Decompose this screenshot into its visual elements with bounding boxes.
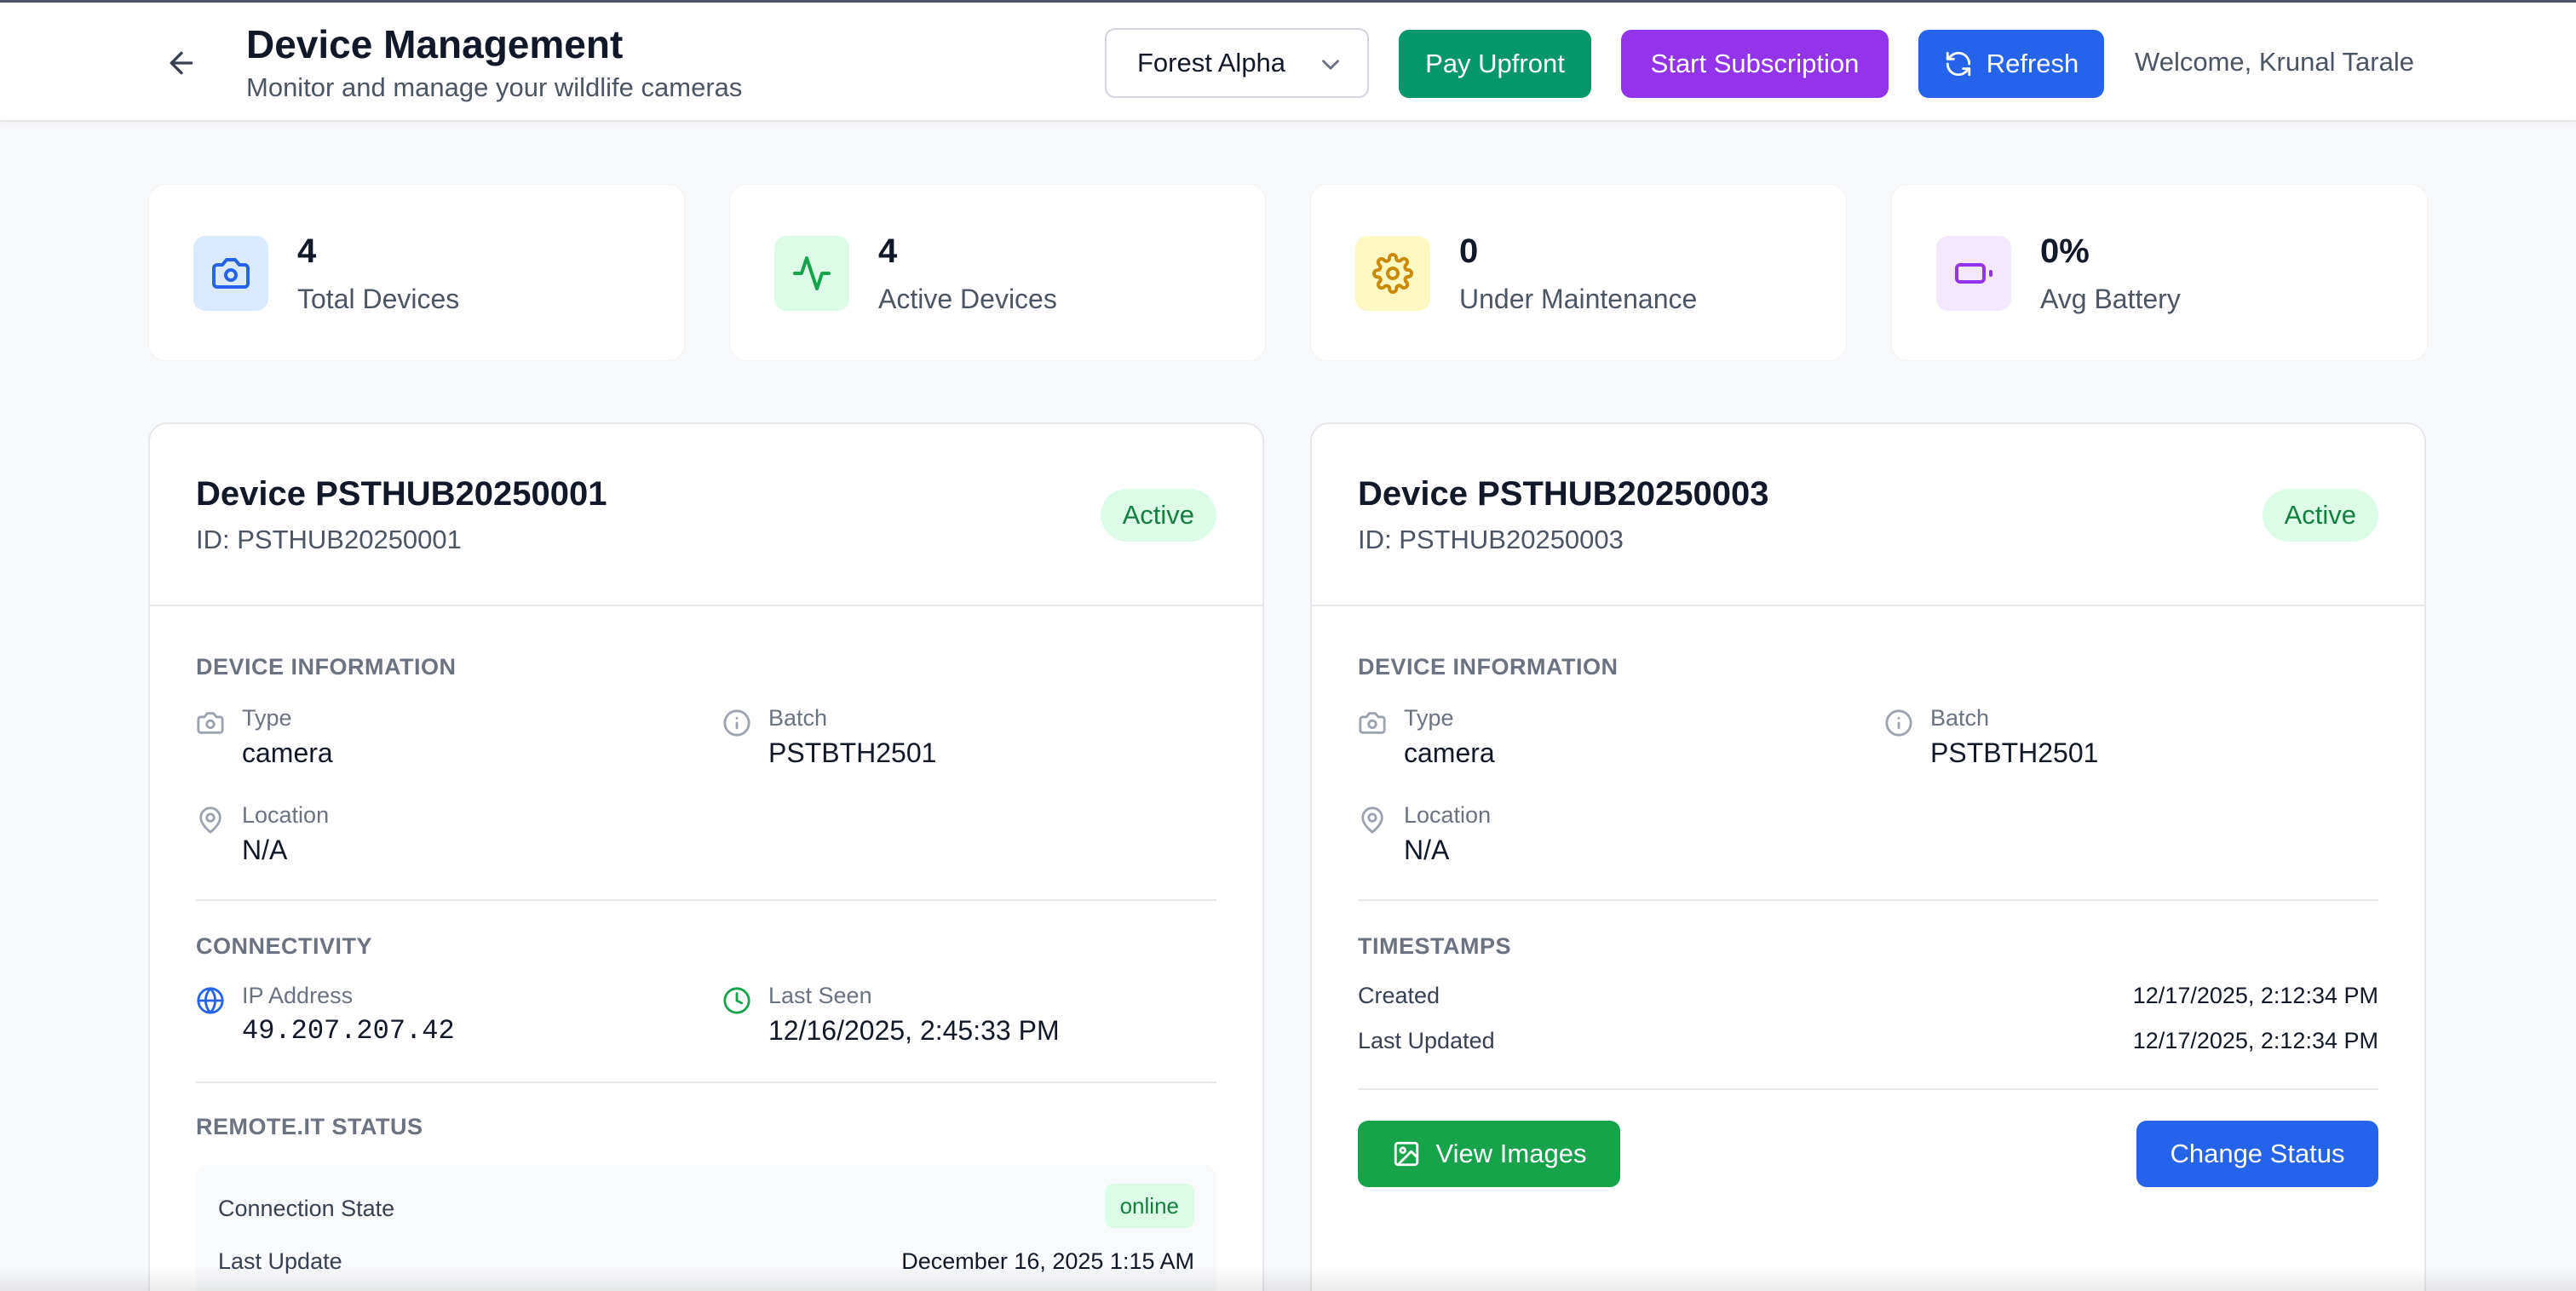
stat-card-avg-battery: 0% Avg Battery [1891, 184, 2428, 361]
map-pin-icon [1361, 806, 1383, 834]
stat-value: 4 [878, 232, 898, 270]
device-id: ID: PSTHUB20250001 [196, 525, 462, 554]
arrow-left-icon [170, 51, 193, 75]
refresh-label: Refresh [1986, 49, 2079, 78]
welcome-text: Welcome, Krunal Tarale [2135, 47, 2414, 77]
pay-upfront-button[interactable]: Pay Upfront [1399, 30, 1591, 98]
camera-icon [197, 712, 224, 734]
ip-address-label: IP Address [242, 983, 354, 1008]
view-images-button[interactable]: View Images [1358, 1121, 1620, 1187]
last-updated-label: Last Updated [1358, 1028, 1495, 1053]
divider [196, 1082, 1216, 1083]
device-name: Device PSTHUB20250003 [1358, 475, 1769, 513]
refresh-icon [1946, 51, 1970, 77]
stat-value: 0% [2040, 232, 2090, 270]
page-title: Device Management [246, 22, 624, 66]
stat-label: Avg Battery [2040, 284, 2181, 314]
section-title-timestamps: TIMESTAMPS [1358, 933, 1511, 959]
stat-card-under-maintenance: 0 Under Maintenance [1310, 184, 1847, 361]
stat-label: Under Maintenance [1459, 284, 1698, 314]
image-icon [1394, 1141, 1418, 1167]
device-id: ID: PSTHUB20250003 [1358, 525, 1624, 554]
page-header: Device Management Monitor and manage you… [0, 3, 2576, 122]
type-label: Type [242, 705, 292, 731]
activity-icon [774, 236, 849, 311]
forest-select[interactable]: Forest Alpha [1105, 28, 1369, 98]
device-card-header: Device PSTHUB20250003 ID: PSTHUB20250003… [1312, 424, 2424, 606]
created-label: Created [1358, 983, 1440, 1008]
map-pin-icon [199, 806, 221, 834]
divider [1358, 899, 2378, 901]
stat-label: Total Devices [297, 284, 460, 314]
chevron-down-icon [1322, 60, 1339, 70]
type-value: camera [1404, 737, 1495, 768]
location-value: N/A [1404, 835, 1450, 865]
globe-icon [197, 987, 224, 1014]
location-label: Location [1404, 802, 1492, 828]
change-status-button[interactable]: Change Status [2136, 1121, 2378, 1187]
batch-label: Batch [1930, 705, 1990, 731]
status-badge: Active [2262, 489, 2378, 542]
battery-icon [1936, 236, 2011, 311]
back-button[interactable] [158, 40, 204, 86]
created-value: 12/17/2025, 2:12:34 PM [2132, 983, 2378, 1008]
stat-card-active-devices: 4 Active Devices [729, 184, 1266, 361]
info-icon [723, 709, 750, 737]
stat-label: Active Devices [878, 284, 1057, 314]
device-name: Device PSTHUB20250001 [196, 475, 607, 513]
device-card-header: Device PSTHUB20250001 ID: PSTHUB20250001… [150, 424, 1262, 606]
status-badge: Active [1100, 489, 1216, 542]
refresh-button[interactable]: Refresh [1918, 30, 2104, 98]
gear-icon [1355, 236, 1430, 311]
info-icon [1885, 709, 1912, 737]
last-seen-label: Last Seen [768, 983, 872, 1008]
connection-state-label: Connection State [218, 1196, 395, 1221]
viewport-bottom-shadow [0, 1265, 2576, 1291]
camera-icon [1359, 712, 1386, 734]
section-title-device-information: DEVICE INFORMATION [1358, 654, 1619, 680]
type-label: Type [1404, 705, 1454, 731]
section-title-remote-it-status: REMOTE.IT STATUS [196, 1114, 423, 1139]
divider [1358, 1088, 2378, 1090]
stat-value: 4 [297, 232, 317, 270]
camera-icon [193, 236, 268, 311]
divider [196, 899, 1216, 901]
batch-value: PSTBTH2501 [768, 737, 937, 768]
stat-value: 0 [1459, 232, 1479, 270]
start-subscription-button[interactable]: Start Subscription [1621, 30, 1889, 98]
section-title-connectivity: CONNECTIVITY [196, 933, 373, 959]
location-value: N/A [242, 835, 288, 865]
ip-address-value: 49.207.207.42 [242, 1015, 455, 1047]
last-seen-value: 12/16/2025, 2:45:33 PM [768, 1015, 1060, 1046]
batch-value: PSTBTH2501 [1930, 737, 2099, 768]
view-images-label: View Images [1435, 1139, 1587, 1168]
section-title-device-information: DEVICE INFORMATION [196, 654, 457, 680]
forest-select-value: Forest Alpha [1137, 48, 1286, 77]
connection-state-badge: online [1104, 1184, 1194, 1228]
page-subtitle: Monitor and manage your wildlife cameras [246, 72, 743, 102]
batch-label: Batch [768, 705, 828, 731]
device-card: Device PSTHUB20250003 ID: PSTHUB20250003… [1310, 422, 2426, 1291]
clock-icon [723, 987, 750, 1014]
last-updated-value: 12/17/2025, 2:12:34 PM [2132, 1028, 2378, 1053]
type-value: camera [242, 737, 333, 768]
stat-card-total-devices: 4 Total Devices [148, 184, 685, 361]
device-card: Device PSTHUB20250001 ID: PSTHUB20250001… [148, 422, 1264, 1291]
location-label: Location [242, 802, 330, 828]
